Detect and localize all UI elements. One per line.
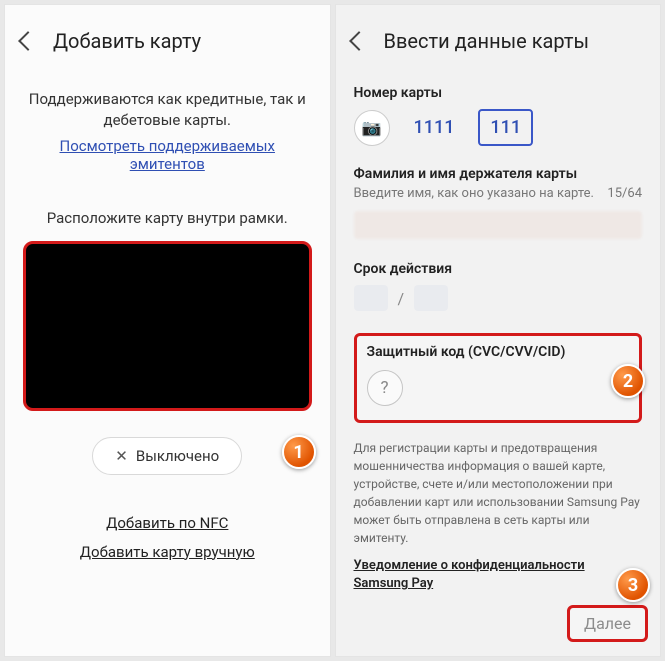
header-title: Ввести данные карты [384, 29, 590, 53]
header-row: Добавить карту [5, 5, 330, 67]
flash-off-icon: ✕ [115, 447, 128, 465]
cvc-block: Защитный код (CVC/CVV/CID) ? 2 [354, 333, 643, 423]
privacy-link[interactable]: Уведомление о конфиденциальности Samsung… [354, 557, 643, 593]
next-label: Далее [584, 614, 631, 633]
question-icon: ? [380, 378, 388, 398]
next-button[interactable]: Далее [567, 605, 648, 642]
expiry-year-input[interactable] [414, 285, 448, 311]
camera-icon: 📷 [362, 118, 382, 137]
card-number-label: Номер карты [354, 85, 643, 101]
header-title: Добавить карту [53, 29, 201, 53]
annotation-badge-1: 1 [282, 435, 316, 469]
holder-hint-row: Введите имя, как оно указано на карте. 1… [354, 186, 643, 201]
expiry-separator: / [398, 289, 405, 308]
card-segment-1[interactable]: 1111 [404, 111, 465, 144]
flash-toggle-button[interactable]: ✕ Выключено [92, 437, 242, 475]
issuers-link-l2: эмитентов [130, 155, 205, 173]
annotation-badge-3: 3 [616, 568, 650, 602]
right-content: Номер карты 📷 1111 111 Фамилия и имя дер… [336, 67, 661, 656]
flash-label: Выключено [136, 447, 219, 465]
disclosure-text: Для регистрации карты и предотвращения м… [354, 439, 643, 547]
add-manual-link[interactable]: Добавить карту вручную [80, 543, 255, 561]
issuers-link[interactable]: Посмотреть поддерживаемых эмитентов [23, 137, 312, 173]
back-icon[interactable] [18, 31, 38, 51]
flash-row: ✕ Выключено 1 [23, 437, 312, 475]
screen-add-card: Добавить карту Поддерживаются как кредит… [4, 4, 331, 657]
camera-scan-button[interactable]: 📷 [354, 110, 390, 146]
expiry-row: / [354, 285, 643, 311]
header-row: Ввести данные карты [336, 5, 661, 67]
cvc-help-button[interactable]: ? [367, 370, 403, 406]
frame-hint: Расположите карту внутри рамки. [23, 209, 312, 227]
annotation-badge-2: 2 [611, 364, 645, 398]
card-segment-2[interactable]: 111 [478, 109, 533, 146]
holder-input[interactable] [354, 211, 643, 239]
support-line1: Поддерживаются как кредитные, так и [29, 90, 306, 108]
back-icon[interactable] [349, 31, 369, 51]
holder-label: Фамилия и имя держателя карты [354, 166, 643, 182]
left-content: Поддерживаются как кредитные, так и дебе… [5, 67, 330, 656]
screen-enter-card: Ввести данные карты Номер карты 📷 1111 1… [335, 4, 662, 657]
support-text: Поддерживаются как кредитные, так и дебе… [23, 89, 312, 131]
alt-add-links: Добавить по NFC Добавить карту вручную [23, 509, 312, 566]
issuers-link-l1: Посмотреть поддерживаемых [60, 137, 275, 155]
holder-hint: Введите имя, как оно указано на карте. [354, 186, 594, 201]
card-number-row: 📷 1111 111 [354, 109, 643, 146]
expiry-label: Срок действия [354, 261, 643, 277]
expiry-month-input[interactable] [354, 285, 388, 311]
privacy-l1: Уведомление о конфиденциальности [354, 558, 585, 573]
add-nfc-link[interactable]: Добавить по NFC [106, 514, 228, 532]
support-line2: дебетовые карты. [104, 111, 231, 129]
char-counter: 15/64 [607, 186, 642, 201]
cvc-label: Защитный код (CVC/CVV/CID) [367, 344, 630, 360]
card-scan-frame[interactable] [23, 241, 312, 411]
privacy-l2: Samsung Pay [354, 576, 434, 591]
